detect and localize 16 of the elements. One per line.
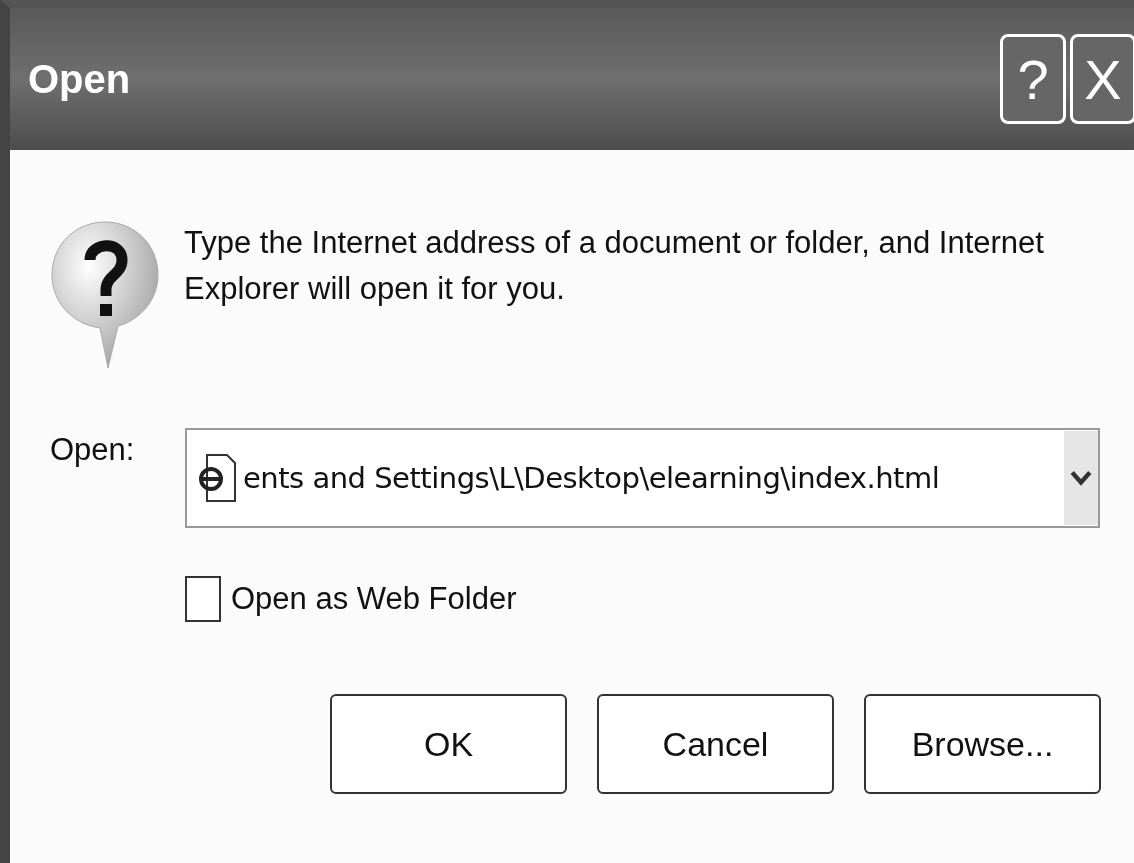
help-button[interactable]: ? xyxy=(1000,34,1066,124)
checkbox[interactable] xyxy=(185,576,221,622)
dropdown-button[interactable] xyxy=(1064,431,1098,525)
question-bubble-icon xyxy=(50,220,160,370)
document-icon xyxy=(197,453,237,503)
dialog-button[interactable]: Browse... xyxy=(864,694,1101,794)
dialog-button[interactable]: OK xyxy=(330,694,567,794)
address-value: ents and Settings\L\Desktop\elearning\index.html xyxy=(243,461,941,495)
instruction-text: Type the Internet address of a document or folder, and Internet Explorer will open it for you. xyxy=(184,224,1045,308)
address-combo-box[interactable]: ents and Settings\L\Desktop\elearning\index.html xyxy=(185,428,1100,528)
open-label: Open: xyxy=(50,431,136,468)
checkbox-label: Open as Web Folder xyxy=(231,581,517,617)
window-title: Open xyxy=(28,56,131,102)
chevron-down-icon xyxy=(1070,470,1092,486)
dialog-button[interactable]: Cancel xyxy=(597,694,834,794)
close-button[interactable]: X xyxy=(1070,34,1134,124)
